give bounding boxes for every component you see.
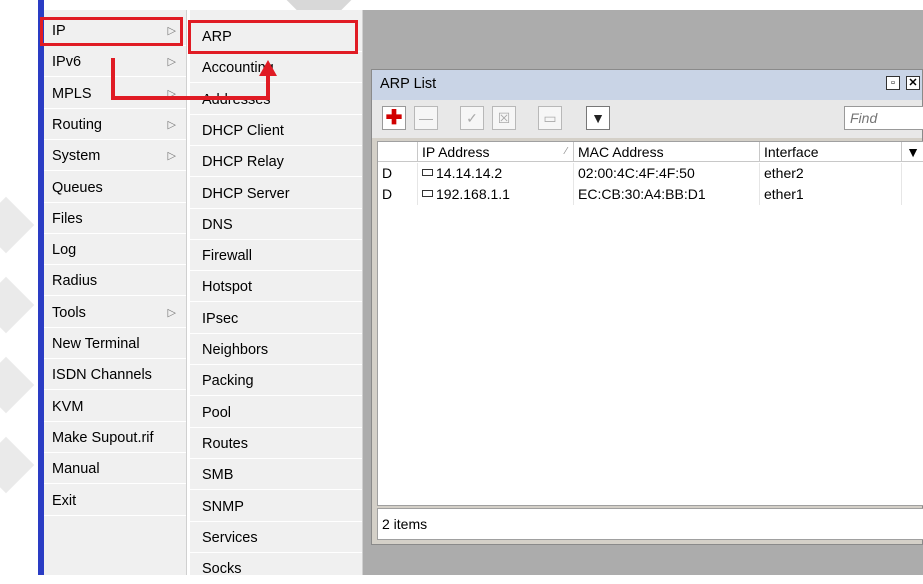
submenu-arrow-icon: ▷ xyxy=(167,56,176,69)
table-row[interactable]: D 192.168.1.1 EC:CB:30:A4:BB:D1 ether1 xyxy=(378,184,923,205)
menu-item-make-supout-rif[interactable]: Make Supout.rif xyxy=(44,423,186,453)
remove-button[interactable]: — xyxy=(414,106,438,130)
find-input[interactable] xyxy=(845,107,923,129)
submenu-arrow-icon: ▷ xyxy=(167,118,176,131)
submenu-arrow-icon: ▷ xyxy=(167,306,176,319)
sort-indicator-icon: ⁄ xyxy=(565,146,567,157)
submenu-item-dns[interactable]: DNS xyxy=(190,210,362,240)
submenu-item-dhcp-server[interactable]: DHCP Server xyxy=(190,179,362,209)
menu-item-queues[interactable]: Queues xyxy=(44,173,186,203)
window-title-bar[interactable]: ARP List ▫ ✕ xyxy=(372,70,922,100)
highlight-ip-menu xyxy=(40,17,183,46)
menu-item-tools[interactable]: Tools ▷ xyxy=(44,298,186,328)
toolbar: ✚ — ✓ ☒ ▭ ▼ xyxy=(372,100,923,138)
enable-button[interactable]: ✓ xyxy=(460,106,484,130)
address-icon xyxy=(422,189,433,197)
filter-button[interactable]: ▼ xyxy=(586,106,610,130)
menu-item-kvm[interactable]: KVM xyxy=(44,392,186,422)
menu-item-system[interactable]: System ▷ xyxy=(44,141,186,172)
submenu-item-services[interactable]: Services xyxy=(190,523,362,553)
submenu-item-addresses[interactable]: Addresses xyxy=(190,85,362,115)
ip-submenu: ARP Accounting Addresses DHCP Client DHCP Re… xyxy=(190,10,363,584)
cell-flag: D xyxy=(378,163,418,184)
submenu-item-pool[interactable]: Pool xyxy=(190,398,362,428)
cell-interface: ether1 xyxy=(760,184,902,205)
menu-item-ipv6[interactable]: IPv6 ▷ xyxy=(44,47,186,78)
highlight-arp-item xyxy=(188,20,358,54)
cell-mac: EC:CB:30:A4:BB:D1 xyxy=(574,184,760,205)
chevron-down-icon: ▼ xyxy=(906,144,920,160)
cell-mac: 02:00:4C:4F:4F:50 xyxy=(574,163,760,184)
arp-list-window: ARP List ▫ ✕ ✚ — ✓ ☒ ▭ ▼ IP Address ⁄ MA… xyxy=(371,69,923,545)
submenu-arrow-icon: ▷ xyxy=(167,87,176,100)
submenu-arrow-icon: ▷ xyxy=(167,150,176,163)
submenu-item-ipsec[interactable]: IPsec xyxy=(190,304,362,334)
submenu-item-accounting[interactable]: Accounting xyxy=(190,53,362,84)
menu-item-radius[interactable]: Radius xyxy=(44,266,186,297)
column-header-flags[interactable] xyxy=(378,142,418,162)
column-header-mac[interactable]: MAC Address xyxy=(574,142,760,162)
window-title: ARP List xyxy=(380,76,437,92)
background-top xyxy=(44,0,923,33)
menu-item-routing[interactable]: Routing ▷ xyxy=(44,110,186,140)
filter-icon: ▼ xyxy=(591,110,605,126)
menu-item-exit[interactable]: Exit xyxy=(44,486,186,516)
menu-item-mpls[interactable]: MPLS ▷ xyxy=(44,79,186,109)
maximize-button[interactable]: ▫ xyxy=(886,76,900,90)
submenu-item-dhcp-relay[interactable]: DHCP Relay xyxy=(190,147,362,178)
submenu-item-firewall[interactable]: Firewall xyxy=(190,241,362,272)
cell-ip: 192.168.1.1 xyxy=(418,184,574,205)
arp-table: IP Address ⁄ MAC Address Interface ▼ D 14… xyxy=(377,141,923,506)
menu-item-log[interactable]: Log xyxy=(44,235,186,266)
submenu-item-dhcp-client[interactable]: DHCP Client xyxy=(190,116,362,146)
submenu-item-hotspot[interactable]: Hotspot xyxy=(190,272,362,303)
address-icon xyxy=(422,168,433,176)
submenu-item-routes[interactable]: Routes xyxy=(190,429,362,459)
status-bar: 2 items xyxy=(377,508,923,540)
item-count: 2 items xyxy=(382,516,428,532)
main-menu: IP ▷ IPv6 ▷ MPLS ▷ Routing ▷ System ▷ Queues Files L… xyxy=(44,10,187,575)
menu-item-files[interactable]: Files xyxy=(44,204,186,234)
submenu-item-snmp[interactable]: SNMP xyxy=(190,492,362,522)
column-chooser-button[interactable]: ▼ xyxy=(902,142,923,162)
submenu-item-packing[interactable]: Packing xyxy=(190,366,362,397)
submenu-item-smb[interactable]: SMB xyxy=(190,460,362,491)
submenu-item-neighbors[interactable]: Neighbors xyxy=(190,335,362,365)
menu-item-manual[interactable]: Manual xyxy=(44,454,186,485)
disable-button[interactable]: ☒ xyxy=(492,106,516,130)
comment-button[interactable]: ▭ xyxy=(538,106,562,130)
background-left xyxy=(0,0,38,575)
menu-item-new-terminal[interactable]: New Terminal xyxy=(44,329,186,359)
menu-item-isdn-channels[interactable]: ISDN Channels xyxy=(44,360,186,391)
submenu-item-socks[interactable]: Socks xyxy=(190,554,362,584)
cell-interface: ether2 xyxy=(760,163,902,184)
find-field[interactable] xyxy=(844,106,923,130)
column-header-ip[interactable]: IP Address ⁄ xyxy=(418,142,574,162)
table-row[interactable]: D 14.14.14.2 02:00:4C:4F:4F:50 ether2 xyxy=(378,163,923,184)
cell-ip: 14.14.14.2 xyxy=(418,163,574,184)
close-button[interactable]: ✕ xyxy=(906,76,920,90)
column-header-interface[interactable]: Interface xyxy=(760,142,902,162)
cell-flag: D xyxy=(378,184,418,205)
add-button[interactable]: ✚ xyxy=(382,106,406,130)
